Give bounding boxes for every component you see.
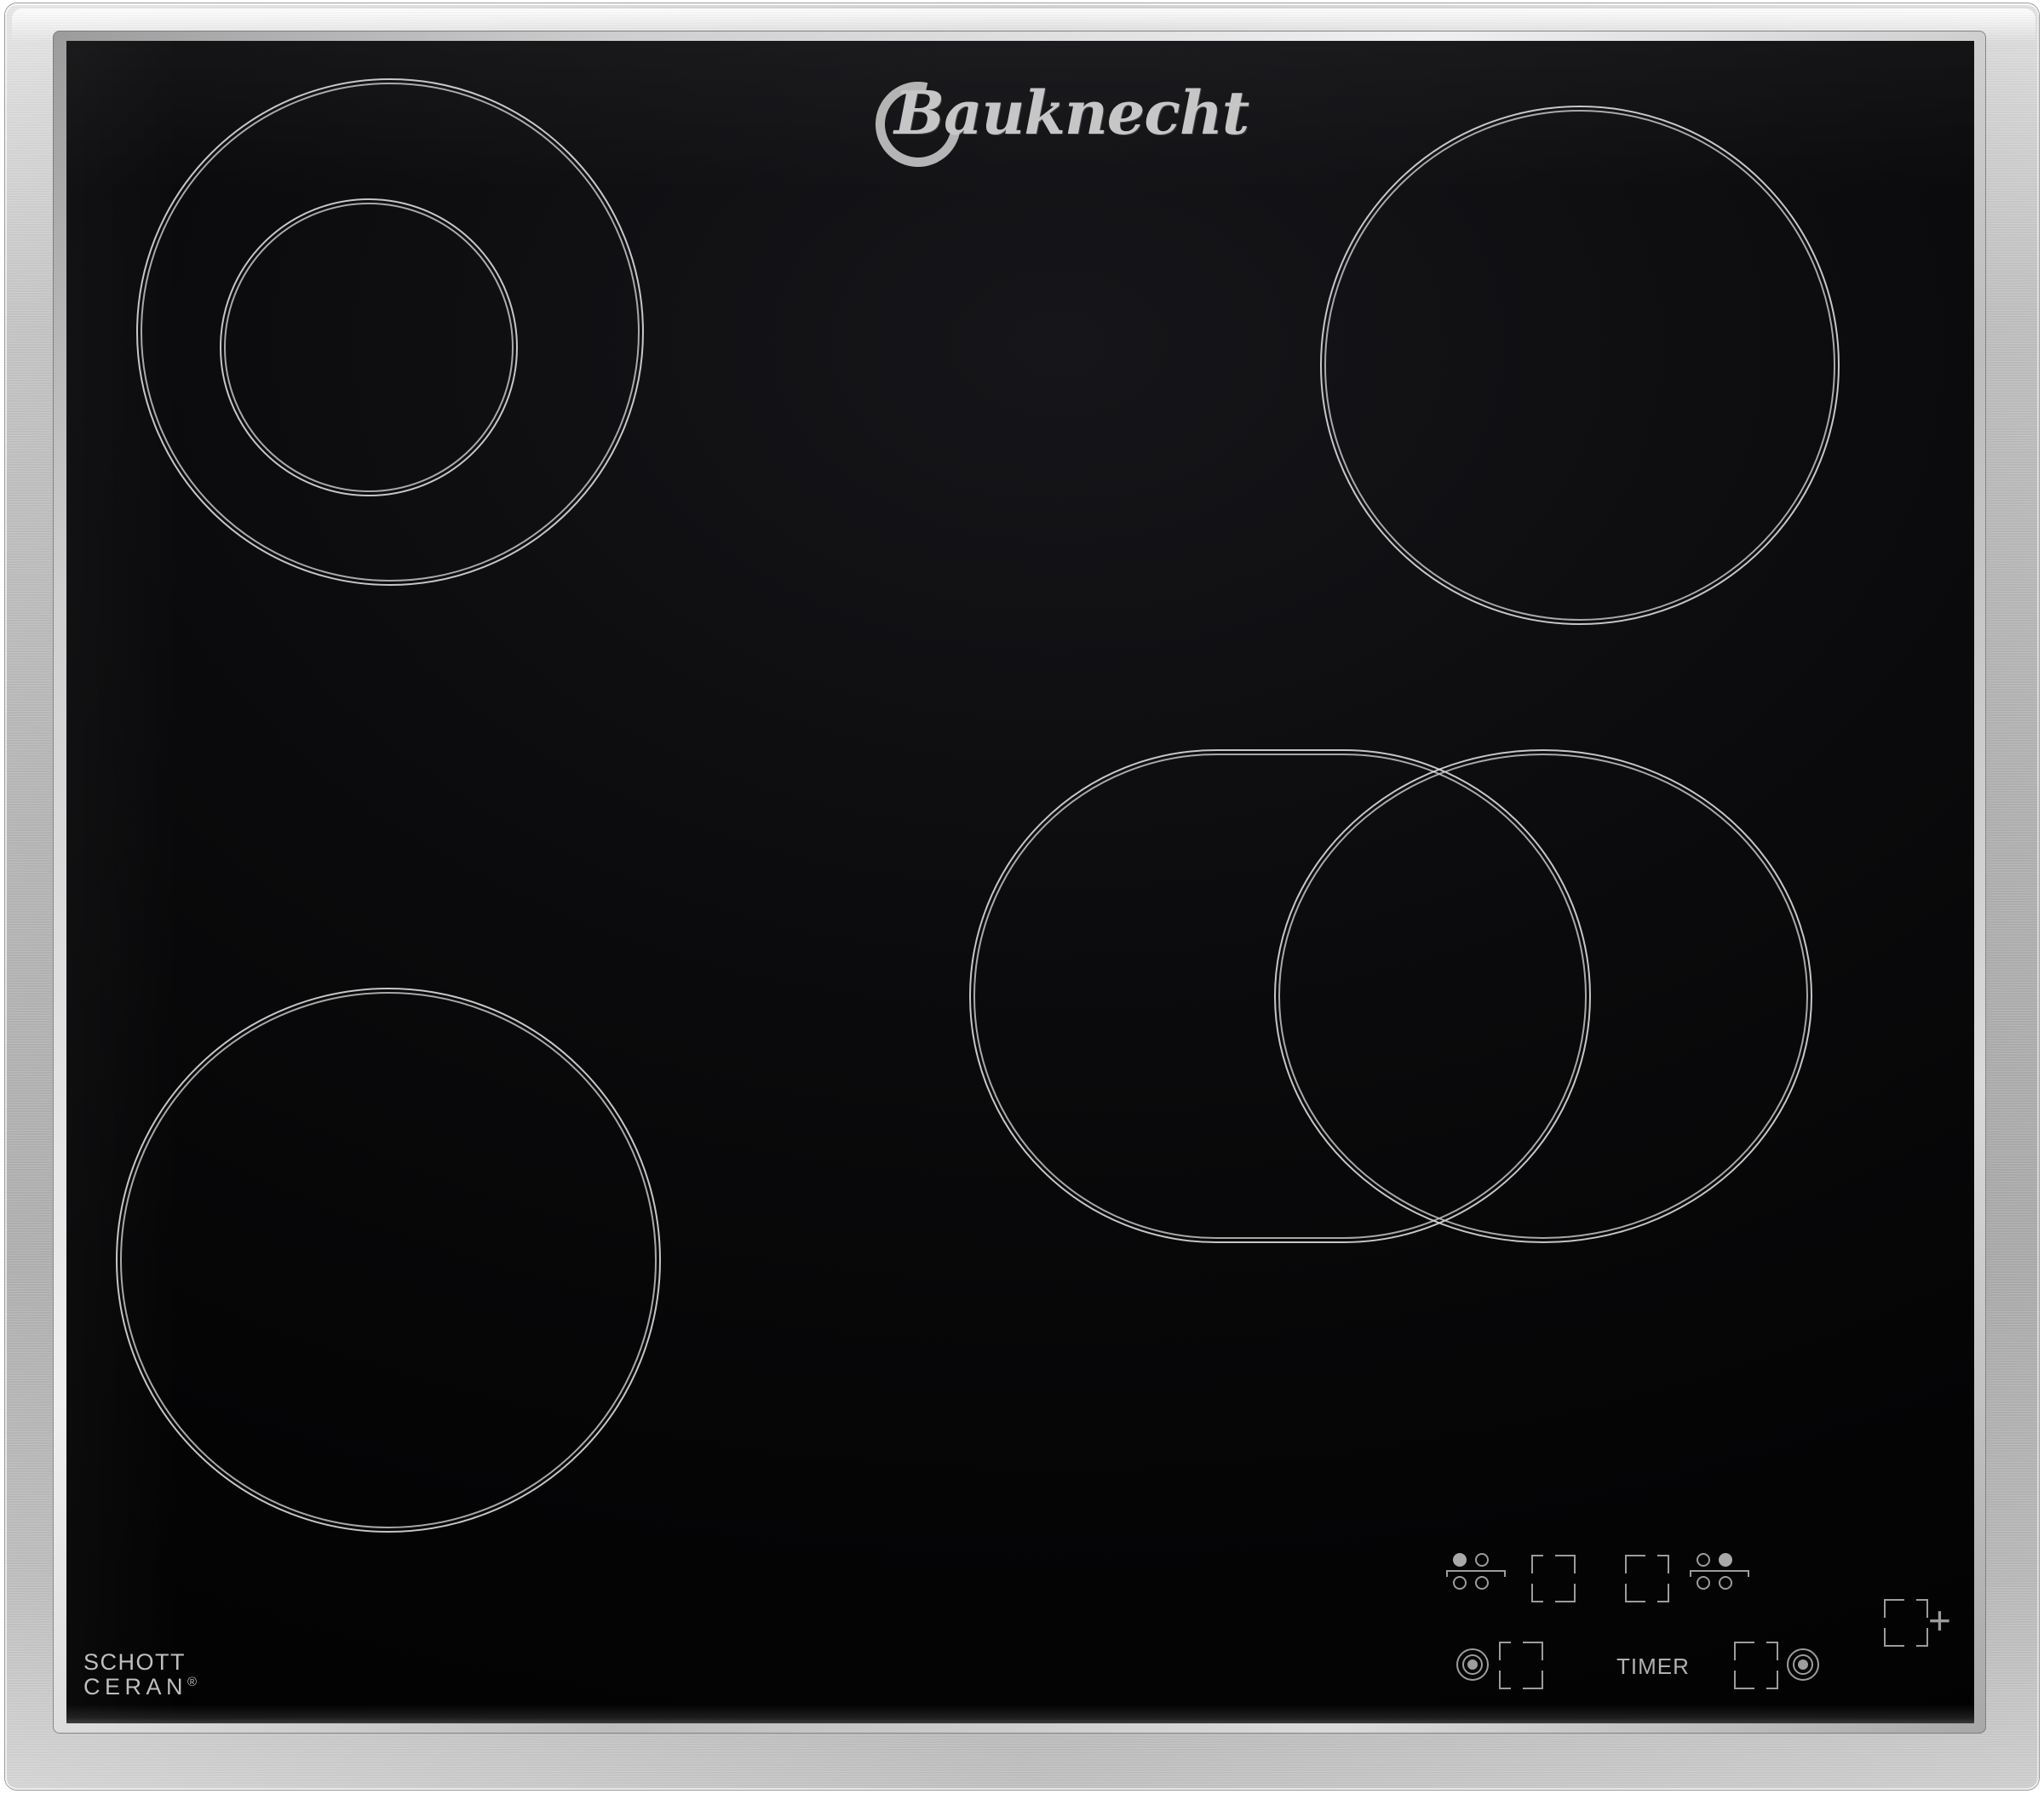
hob-cell-rear-left: [1453, 1553, 1467, 1567]
ceran-text: CERAN: [83, 1674, 188, 1700]
timer-label: TIMER: [1616, 1654, 1690, 1679]
concentric-rings-icon: [1787, 1648, 1819, 1681]
hob-cell-front-left: [1453, 1576, 1467, 1590]
cooking-zone-rear-left-inner: [220, 198, 518, 496]
cooking-zone-rear-right: [1320, 106, 1840, 625]
touch-key-square[interactable]: [1499, 1642, 1543, 1689]
registered-mark: ®: [187, 1675, 198, 1690]
zone-ring-front-left-secondary: [120, 992, 657, 1528]
zone-ring-inner-secondary: [224, 203, 514, 492]
hob-map-icon: [1446, 1553, 1509, 1592]
zone-select-rear-right[interactable]: [1625, 1548, 1787, 1608]
hob-cell-rear-left: [1697, 1553, 1710, 1567]
hob-cell-front-right: [1475, 1576, 1489, 1590]
hob-cell-front-right: [1719, 1576, 1732, 1590]
zone-ring-front-right-secondary: [1278, 754, 1808, 1239]
brand-logo: Bauknecht: [859, 66, 1249, 183]
ceramic-glass-surface: Bauknecht SCHOTT CERAN® TIMER +: [66, 41, 1974, 1723]
touch-control-panel: TIMER +: [1431, 1507, 1959, 1720]
touch-key-square[interactable]: [1625, 1555, 1669, 1602]
touch-key-square[interactable]: [1734, 1642, 1778, 1689]
concentric-rings-icon: [1456, 1648, 1489, 1681]
timer-right-key[interactable]: [1734, 1642, 1862, 1693]
touch-key-square[interactable]: [1531, 1555, 1576, 1602]
touch-key-square[interactable]: [1884, 1599, 1928, 1647]
hob-bracket: [1446, 1570, 1506, 1577]
cooking-zone-front-left: [116, 988, 661, 1533]
zone-select-rear-left[interactable]: [1446, 1548, 1608, 1608]
cooking-zone-front-right-circle: [1274, 749, 1812, 1243]
schott-ceran-logo: SCHOTT CERAN®: [83, 1649, 197, 1699]
schott-line: SCHOTT: [83, 1649, 186, 1675]
hob-map-icon: [1690, 1553, 1753, 1592]
zone-ring-rear-right-secondary: [1324, 110, 1835, 621]
brand-name: Bauknecht: [894, 77, 1249, 148]
hob-cell-rear-right: [1475, 1553, 1489, 1567]
hob-screenshot: Bauknecht SCHOTT CERAN® TIMER +: [0, 0, 2044, 1794]
hob-cell-front-left: [1697, 1576, 1710, 1590]
hob-cell-rear-right: [1719, 1553, 1732, 1567]
ceran-line: CERAN®: [83, 1675, 197, 1699]
plus-key[interactable]: +: [1884, 1596, 1974, 1650]
timer-left-key[interactable]: [1456, 1642, 1584, 1693]
plus-icon: +: [1928, 1598, 1951, 1642]
hob-bracket: [1690, 1570, 1749, 1577]
